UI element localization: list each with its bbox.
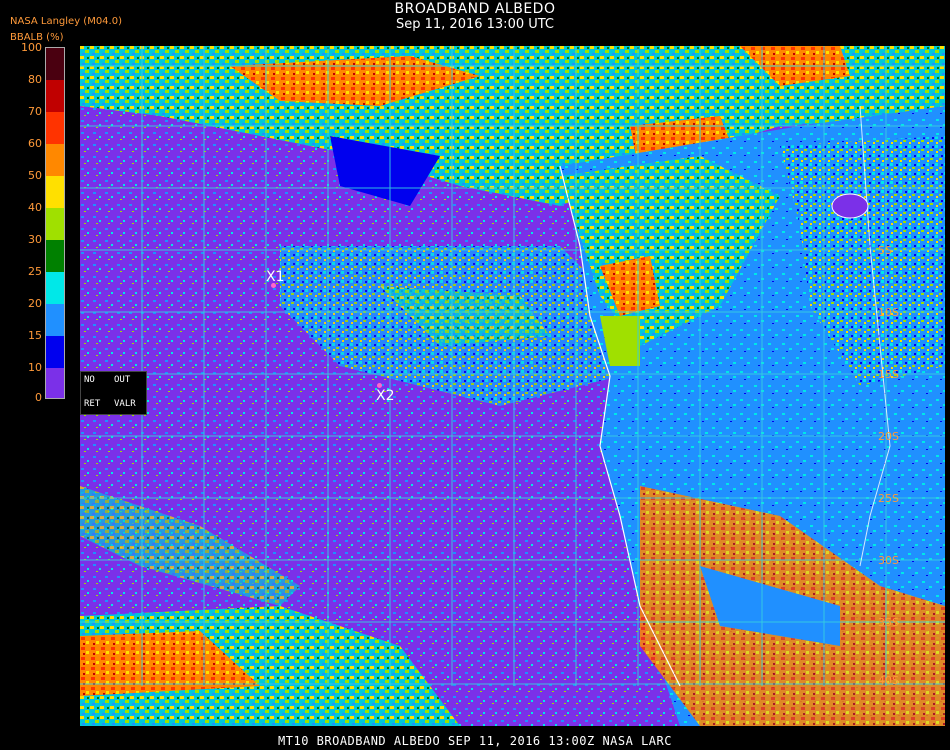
scale-swatch-40-50 [46, 176, 64, 208]
lat-label-40s: 40S [878, 674, 899, 687]
scale-tick: 40 [28, 201, 42, 214]
albedo-map[interactable] [80, 46, 945, 726]
control-panel: NO OUT RET VALR [80, 371, 147, 415]
scale-swatch-25-30 [46, 240, 64, 272]
color-scale-bar [45, 47, 65, 399]
lat-label-15s: 15S [878, 368, 899, 381]
scale-swatch-60-70 [46, 112, 64, 144]
footer-caption: MT10 BROADBAND ALBEDO SEP 11, 2016 13:00… [278, 734, 672, 748]
valr-button[interactable]: VALR [114, 399, 136, 409]
scale-swatch-30-40 [46, 208, 64, 240]
marker-x1-label[interactable]: X1 [266, 269, 285, 285]
lat-label-30s: 30S [878, 554, 899, 567]
scale-swatch-10-15 [46, 336, 64, 368]
marker-x2-label[interactable]: X2 [376, 388, 395, 404]
lat-label-20s: 20S [878, 430, 899, 443]
scale-swatch-15-20 [46, 304, 64, 336]
data-source-label: NASA Langley (M04.0) [10, 16, 122, 27]
scale-swatch-0-10 [46, 368, 64, 398]
scale-tick: 20 [28, 297, 42, 310]
scale-tick: 10 [28, 361, 42, 374]
scale-tick: 15 [28, 329, 42, 342]
lat-label-10s: 10S [878, 306, 899, 319]
scale-tick: 80 [28, 73, 42, 86]
ret-button[interactable]: RET [84, 399, 100, 409]
scale-swatch-80-100 [46, 48, 64, 80]
no-button[interactable]: NO [84, 375, 95, 385]
lat-label-5s: 5S [878, 244, 892, 257]
scale-tick: 0 [35, 391, 42, 404]
scale-tick: 70 [28, 105, 42, 118]
scale-tick: 50 [28, 169, 42, 182]
scale-tick: 25 [28, 265, 42, 278]
map-title: BROADBAND ALBEDO [394, 1, 556, 17]
albedo-map-canvas [80, 46, 945, 726]
scale-tick: 60 [28, 137, 42, 150]
scale-swatch-70-80 [46, 80, 64, 112]
lat-label-35s: 35S [878, 616, 899, 629]
scale-swatch-50-60 [46, 144, 64, 176]
scale-tick: 100 [21, 41, 42, 54]
scale-tick: 30 [28, 233, 42, 246]
out-button[interactable]: OUT [114, 375, 130, 385]
scale-swatch-20-25 [46, 272, 64, 304]
map-timestamp: Sep 11, 2016 13:00 UTC [395, 17, 555, 32]
lat-label-25s: 25S [878, 492, 899, 505]
